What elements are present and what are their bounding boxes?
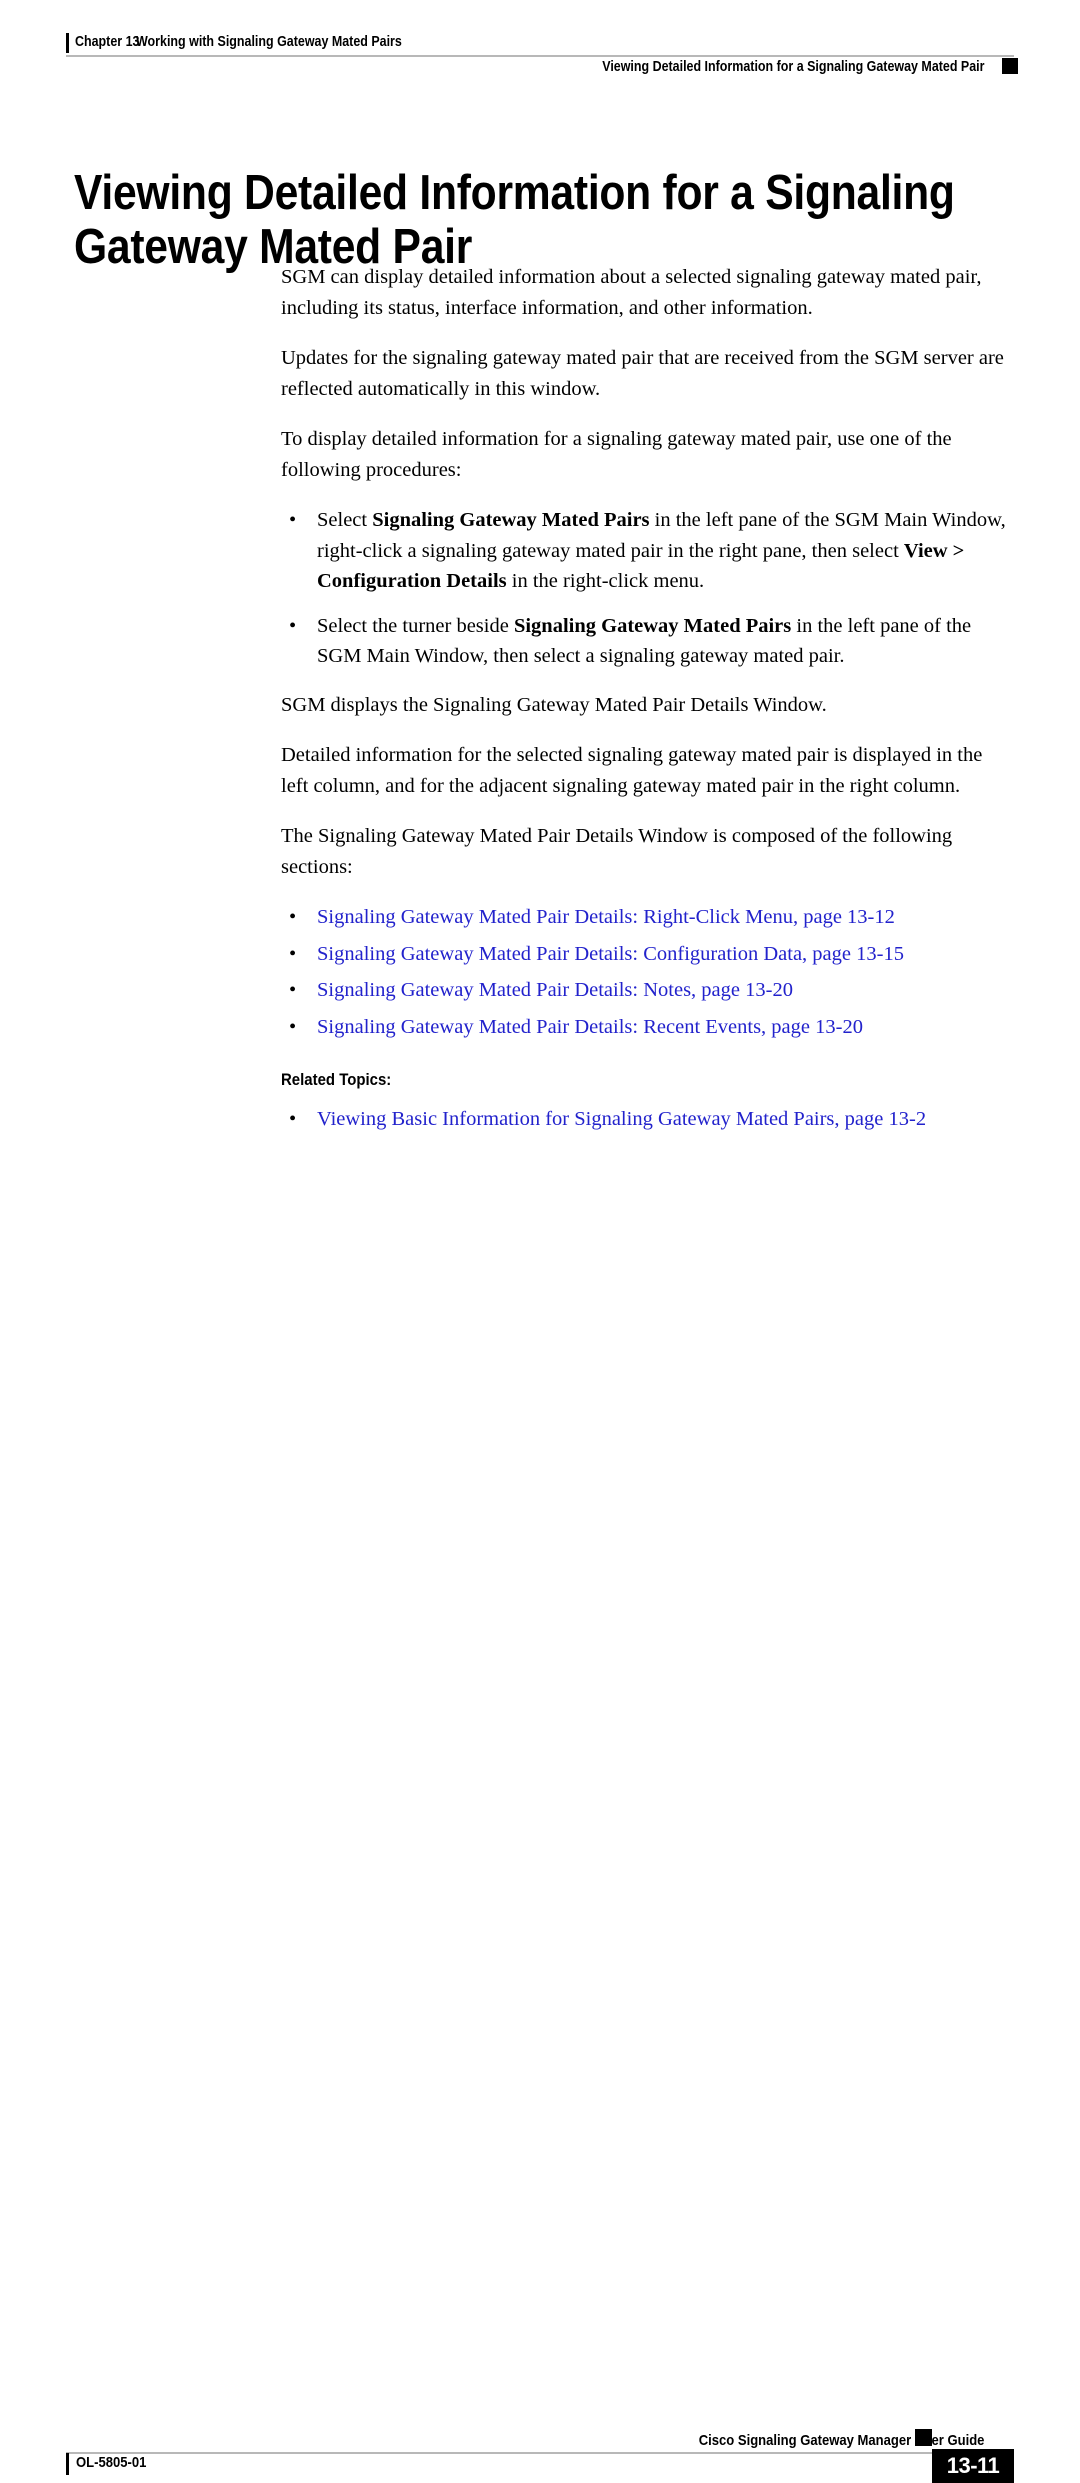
header-chapter-title: Working with Signaling Gateway Mated Pai… — [135, 34, 402, 50]
bullet-glyph-icon: • — [289, 906, 297, 928]
bullet1-seg1: Select — [317, 509, 373, 531]
header-section-title: Viewing Detailed Information for a Signa… — [601, 59, 984, 75]
list-item: • Signaling Gateway Mated Pair Details: C… — [281, 939, 1014, 970]
bullet-glyph-icon: • — [289, 509, 297, 531]
page-title: Viewing Detailed Information for a Signa… — [74, 165, 955, 274]
paragraph-sgm-displays: SGM displays the Signaling Gateway Mated… — [281, 693, 827, 716]
link-viewing-basic-information[interactable]: Viewing Basic Information for Signaling … — [317, 1108, 926, 1130]
related-topics-list: • Viewing Basic Information for Signaling… — [281, 1104, 1014, 1135]
link-recent-events[interactable]: Signaling Gateway Mated Pair Details: Re… — [317, 1016, 863, 1038]
list-item: • Select Signaling Gateway Mated Pairs in… — [281, 505, 1014, 597]
footer-document-id: OL-5805-01 — [76, 2454, 147, 2471]
bullet-glyph-icon: • — [289, 979, 297, 1001]
paragraph-updates: Updates for the signaling gateway mated … — [281, 347, 1004, 400]
body-content: SGM can display detailed information abo… — [281, 262, 1014, 1141]
related-topics-heading-wrap: Related Topics: — [281, 1070, 1014, 1090]
bullet-glyph-icon: • — [289, 1015, 297, 1038]
list-item: • Viewing Basic Information for Signaling… — [281, 1104, 1014, 1135]
list-item: • Signaling Gateway Mated Pair Details: R… — [281, 902, 1014, 933]
bullet-glyph-icon: • — [289, 614, 297, 637]
paragraph-detailed-info: Detailed information for the selected si… — [281, 744, 983, 797]
document-page: Chapter 13 Working with Signaling Gatewa… — [0, 0, 1080, 2483]
bullet2-bold1: Signaling Gateway Mated Pairs — [513, 614, 792, 637]
bullet1-bold1: Signaling Gateway Mated Pairs — [372, 509, 650, 531]
header-chapter-line: Chapter 13 Working with Signaling Gatewa… — [75, 34, 445, 50]
link-right-click-menu[interactable]: Signaling Gateway Mated Pair Details: Ri… — [317, 906, 895, 928]
footer-page-number: 13-11 — [932, 2449, 1014, 2483]
footer-guide-title: Cisco Signaling Gateway Manager User Gui… — [698, 2432, 984, 2449]
running-header: Chapter 13 Working with Signaling Gatewa… — [0, 0, 1080, 90]
paragraph-intro: SGM can display detailed information abo… — [281, 266, 982, 319]
bullet-glyph-icon: • — [289, 1108, 297, 1130]
bullet-glyph-icon: • — [289, 942, 297, 965]
link-configuration-data[interactable]: Signaling Gateway Mated Pair Details: Co… — [317, 943, 904, 965]
related-topics-heading: Related Topics: — [281, 1070, 392, 1089]
list-item: • Signaling Gateway Mated Pair Details: R… — [281, 1012, 1014, 1043]
bullet1-seg3: in the right-click menu. — [506, 570, 705, 592]
running-footer: Cisco Signaling Gateway Manager User Gui… — [0, 1201, 1080, 2483]
header-chapter-label: Chapter 13 — [75, 34, 140, 50]
paragraph-procedures-lead: To display detailed information for a si… — [281, 428, 952, 481]
list-item: • Signaling Gateway Mated Pair Details: N… — [281, 975, 1014, 1006]
footer-square-marker — [915, 2429, 932, 2446]
paragraph-composed-of: The Signaling Gateway Mated Pair Details… — [281, 825, 953, 878]
footer-left-tick-mark — [66, 2453, 69, 2475]
header-square-marker — [1002, 58, 1018, 74]
link-notes[interactable]: Signaling Gateway Mated Pair Details: No… — [317, 979, 793, 1001]
header-divider-rule — [66, 55, 1014, 57]
procedure-bullet-list: • Select Signaling Gateway Mated Pairs in… — [281, 505, 1014, 672]
section-cross-reference-list: • Signaling Gateway Mated Pair Details: R… — [281, 902, 1014, 1042]
list-item: • Select the turner beside Signaling Gate… — [281, 611, 1014, 672]
bullet2-seg1: Select the turner beside — [317, 614, 514, 637]
header-left-tick-mark — [66, 33, 69, 53]
footer-divider-rule — [66, 2452, 1014, 2454]
